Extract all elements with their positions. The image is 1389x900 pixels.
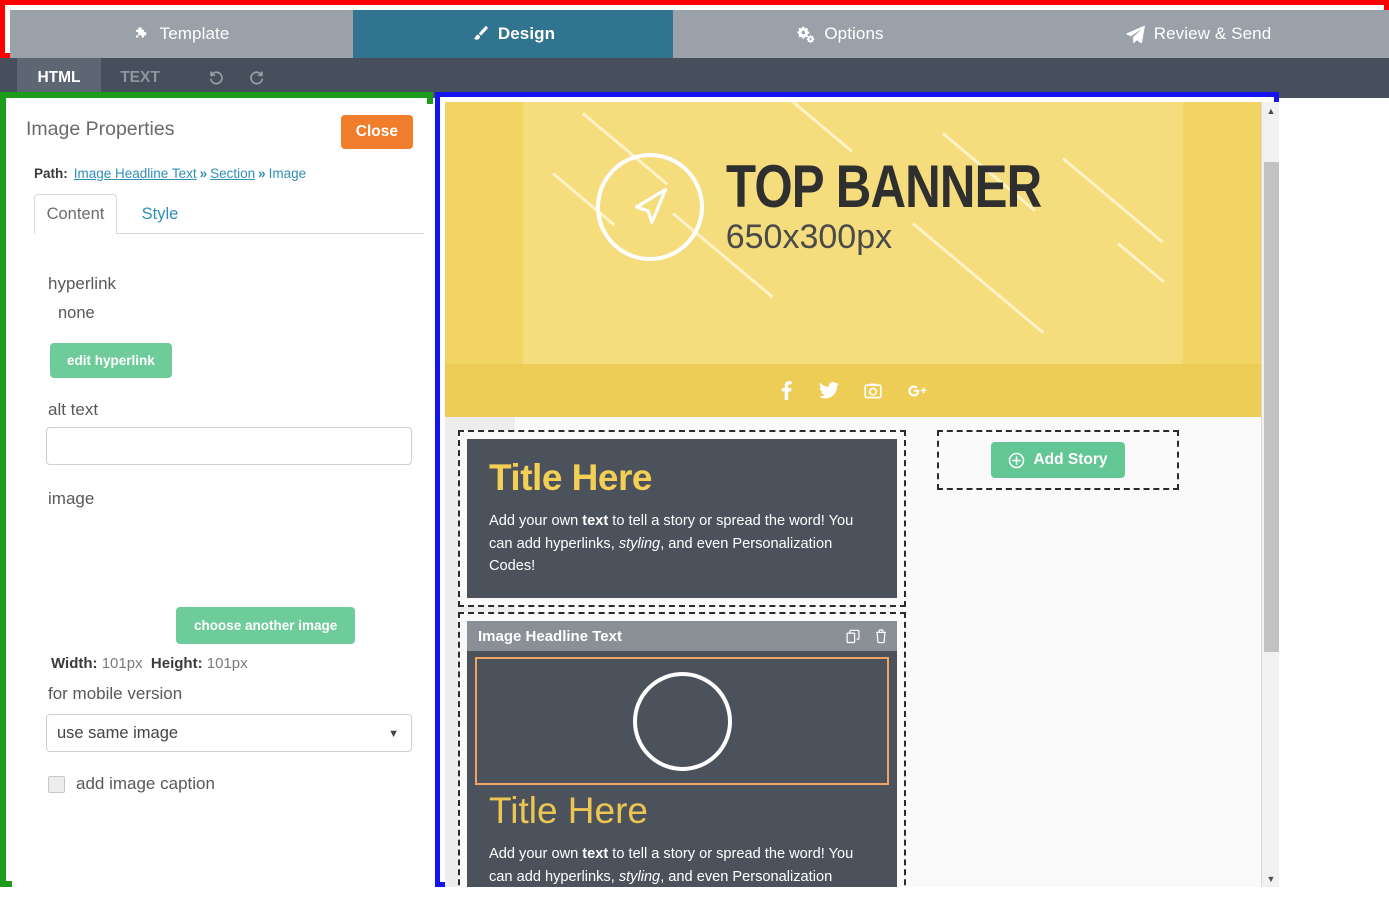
tab-style[interactable]: Style	[129, 194, 191, 234]
tab-design[interactable]: Design	[353, 10, 673, 58]
edit-hyperlink-button[interactable]: edit hyperlink	[50, 343, 172, 378]
story2-body-part-3: styling	[618, 868, 661, 885]
height-label: Height:	[150, 655, 203, 672]
banner-title: TOP BANNER	[725, 152, 1042, 220]
story-body-2: Add your own text to tell a story or spr…	[489, 843, 875, 887]
selected-block-actions	[846, 629, 888, 644]
breadcrumb-item-image: Image	[268, 166, 307, 181]
left-panel-highlight-box: Image Properties Close Path: Image Headli…	[0, 92, 433, 887]
instagram-icon[interactable]	[863, 382, 882, 400]
email-preview-canvas: TOP BANNER 650x300px Title Here Add your…	[445, 102, 1279, 887]
paper-plane-circle-icon	[595, 153, 704, 261]
tab-options[interactable]: Options	[673, 10, 1008, 58]
brush-icon	[471, 25, 489, 43]
breadcrumb-item-section[interactable]: Section	[210, 166, 255, 181]
breadcrumb-label: Path:	[34, 166, 68, 181]
hyperlink-label: hyperlink	[48, 274, 117, 293]
story-body-part-0: Add your own	[489, 513, 583, 530]
tab-content[interactable]: Content	[34, 194, 117, 234]
mobile-version-select[interactable]: use same image ▼	[46, 714, 412, 752]
width-value: 101px	[101, 655, 143, 672]
trash-icon[interactable]	[874, 629, 888, 644]
story-body-part-3: styling	[618, 535, 661, 552]
image-label: image	[48, 489, 95, 508]
preview-highlight-box: TOP BANNER 650x300px Title Here Add your…	[435, 92, 1279, 887]
chevron-down-icon: ▼	[388, 728, 399, 740]
width-label: Width:	[51, 655, 98, 672]
gears-icon	[797, 25, 815, 43]
banner-content: TOP BANNER 650x300px	[445, 102, 1261, 312]
close-button[interactable]: Close	[340, 115, 413, 149]
tab-options-label: Options	[824, 24, 884, 43]
selected-image-placeholder[interactable]	[475, 657, 889, 786]
copy-icon[interactable]	[846, 629, 861, 644]
add-image-caption-checkbox[interactable]: add image caption	[48, 774, 215, 794]
story-title-2: Title Here	[489, 790, 649, 832]
story2-body-part-4: , and even Personalization	[660, 868, 833, 885]
selected-block-label: Image Headline Text	[478, 627, 622, 645]
preview-scrollbar[interactable]: ▲ ▼	[1261, 102, 1279, 887]
checkbox-box-icon	[48, 775, 65, 793]
mobile-version-label: for mobile version	[48, 684, 183, 703]
tab-review-and-send[interactable]: Review & Send	[1008, 10, 1389, 58]
preview-body-area: Title Here Add your own text to tell a s…	[445, 417, 1279, 887]
top-nav-highlight-box: Template Design Options Review & Send	[0, 0, 1389, 58]
story-block-image-headline[interactable]: Image Headline Text Title Here Add your …	[458, 612, 906, 887]
image-dimensions: Width: 101px Height: 101px	[51, 655, 248, 672]
redo-icon[interactable]	[243, 66, 269, 90]
story-body: Add your own text to tell a story or spr…	[489, 510, 875, 577]
story-card-2: Title Here Add your own text to tell a s…	[467, 789, 897, 887]
selected-block-header: Image Headline Text	[467, 621, 897, 652]
social-links-bar[interactable]	[445, 364, 1261, 417]
email-editor-app: Template Design Options Review & Send HT…	[0, 0, 1389, 900]
add-story-label: Add Story	[1033, 451, 1108, 468]
story-body-part-1: text	[582, 513, 609, 530]
height-value: 101px	[206, 655, 248, 672]
banner-subtitle: 650x300px	[725, 218, 893, 257]
puzzle-icon	[134, 26, 151, 43]
alt-text-label: alt text	[48, 400, 99, 419]
story-block-text[interactable]: Title Here Add your own text to tell a s…	[458, 430, 906, 608]
breadcrumb: Path: Image Headline Text» Section» Image	[34, 166, 306, 181]
scroll-up-arrow-icon[interactable]: ▲	[1262, 102, 1279, 119]
story2-body-part-0: Add your own	[489, 846, 583, 863]
image-properties-panel: Image Properties Close Path: Image Headli…	[12, 104, 433, 887]
top-nav-bar: Template Design Options Review & Send	[10, 10, 1389, 58]
plus-circle-icon	[1008, 452, 1025, 469]
story-title: Title Here	[489, 457, 652, 498]
add-image-caption-label: add image caption	[76, 774, 215, 793]
tab-template[interactable]: Template	[10, 10, 353, 58]
story2-body-part-1: text	[582, 846, 609, 863]
add-story-dropzone[interactable]: Add Story	[937, 430, 1179, 490]
mobile-version-value: use same image	[57, 723, 179, 742]
tab-review-and-send-label: Review & Send	[1153, 24, 1272, 43]
panel-title: Image Properties	[26, 118, 175, 140]
banner-text-group: TOP BANNER 650x300px	[725, 152, 1111, 257]
story-column: Title Here Add your own text to tell a s…	[458, 430, 906, 887]
choose-another-image-button[interactable]: choose another image	[176, 607, 356, 644]
scroll-down-arrow-icon[interactable]: ▼	[1262, 870, 1279, 887]
image-section[interactable]	[467, 651, 897, 790]
twitter-icon[interactable]	[818, 381, 839, 400]
tab-design-label: Design	[497, 24, 556, 43]
paper-plane-icon	[1126, 25, 1145, 44]
circle-placeholder-icon	[632, 671, 732, 771]
scrollbar-thumb[interactable]	[1264, 162, 1279, 652]
breadcrumb-separator-2: »	[258, 166, 266, 181]
hyperlink-value: none	[58, 304, 95, 322]
alt-text-input[interactable]	[46, 427, 412, 465]
top-banner[interactable]: TOP BANNER 650x300px	[445, 102, 1261, 364]
panel-tabs: Content Style	[34, 194, 424, 234]
facebook-icon[interactable]	[779, 381, 794, 400]
story-card: Title Here Add your own text to tell a s…	[467, 439, 897, 599]
add-story-button[interactable]: Add Story	[991, 442, 1125, 478]
breadcrumb-separator-1: »	[199, 166, 208, 181]
tab-template-label: Template	[159, 24, 230, 43]
breadcrumb-item-image-headline-text[interactable]: Image Headline Text	[74, 166, 197, 181]
google-plus-icon[interactable]	[907, 382, 928, 400]
undo-icon[interactable]	[203, 66, 229, 90]
